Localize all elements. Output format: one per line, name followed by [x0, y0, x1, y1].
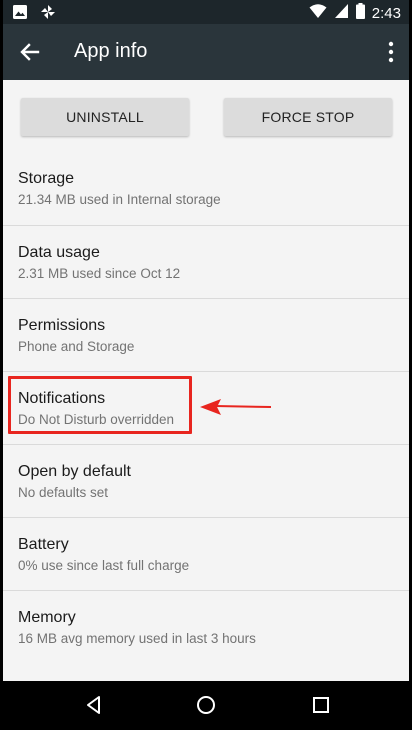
- back-triangle-icon[interactable]: [82, 693, 106, 717]
- status-bar: 2:43: [3, 0, 409, 24]
- app-info-screen: 2:43 App info UNINSTALL FORCE STOP Stora…: [3, 0, 409, 730]
- uninstall-button[interactable]: UNINSTALL: [21, 98, 189, 136]
- arrow-back-icon[interactable]: [17, 39, 43, 65]
- image-icon: [12, 4, 28, 25]
- list-item-subtitle: 16 MB avg memory used in last 3 hours: [18, 631, 256, 646]
- cell-signal-icon: [334, 3, 349, 24]
- list-item-title: Battery: [18, 536, 69, 553]
- list-item-title: Storage: [18, 170, 75, 187]
- list-item-title: Data usage: [18, 244, 100, 261]
- list-item-permissions[interactable]: Permissions Phone and Storage: [3, 298, 409, 371]
- list-item-title: Memory: [18, 609, 76, 626]
- more-vert-icon[interactable]: [387, 40, 395, 64]
- annotation-arrow-icon: [199, 396, 272, 418]
- list-item-subtitle: 0% use since last full charge: [18, 558, 190, 573]
- force-stop-button[interactable]: FORCE STOP: [224, 98, 392, 136]
- list-item-title: Permissions: [18, 317, 106, 334]
- annotation-highlight-box: [8, 376, 192, 434]
- list-item-data-usage[interactable]: Data usage 2.31 MB used since Oct 12: [3, 225, 409, 298]
- wifi-icon: [309, 3, 327, 24]
- pinwheel-icon: [40, 4, 56, 25]
- list-item-memory[interactable]: Memory 16 MB avg memory used in last 3 h…: [3, 590, 409, 663]
- list-item-title: Open by default: [18, 463, 131, 480]
- list-item-subtitle: Phone and Storage: [18, 339, 135, 354]
- navigation-bar: [3, 681, 409, 730]
- list-item-battery[interactable]: Battery 0% use since last full charge: [3, 517, 409, 590]
- recents-square-icon[interactable]: [309, 693, 333, 717]
- home-circle-icon[interactable]: [194, 693, 218, 717]
- list-item-storage[interactable]: Storage 21.34 MB used in Internal storag…: [3, 152, 409, 225]
- list-item-open-by-default[interactable]: Open by default No defaults set: [3, 444, 409, 517]
- list-item-subtitle: 21.34 MB used in Internal storage: [18, 192, 221, 207]
- app-bar: App info: [3, 24, 409, 80]
- battery-icon: [355, 3, 365, 24]
- status-time: 2:43: [371, 4, 401, 22]
- list-item-subtitle: 2.31 MB used since Oct 12: [18, 266, 181, 281]
- list-item-subtitle: No defaults set: [18, 485, 109, 500]
- action-buttons: UNINSTALL FORCE STOP: [3, 80, 409, 152]
- page-title: App info: [74, 40, 148, 62]
